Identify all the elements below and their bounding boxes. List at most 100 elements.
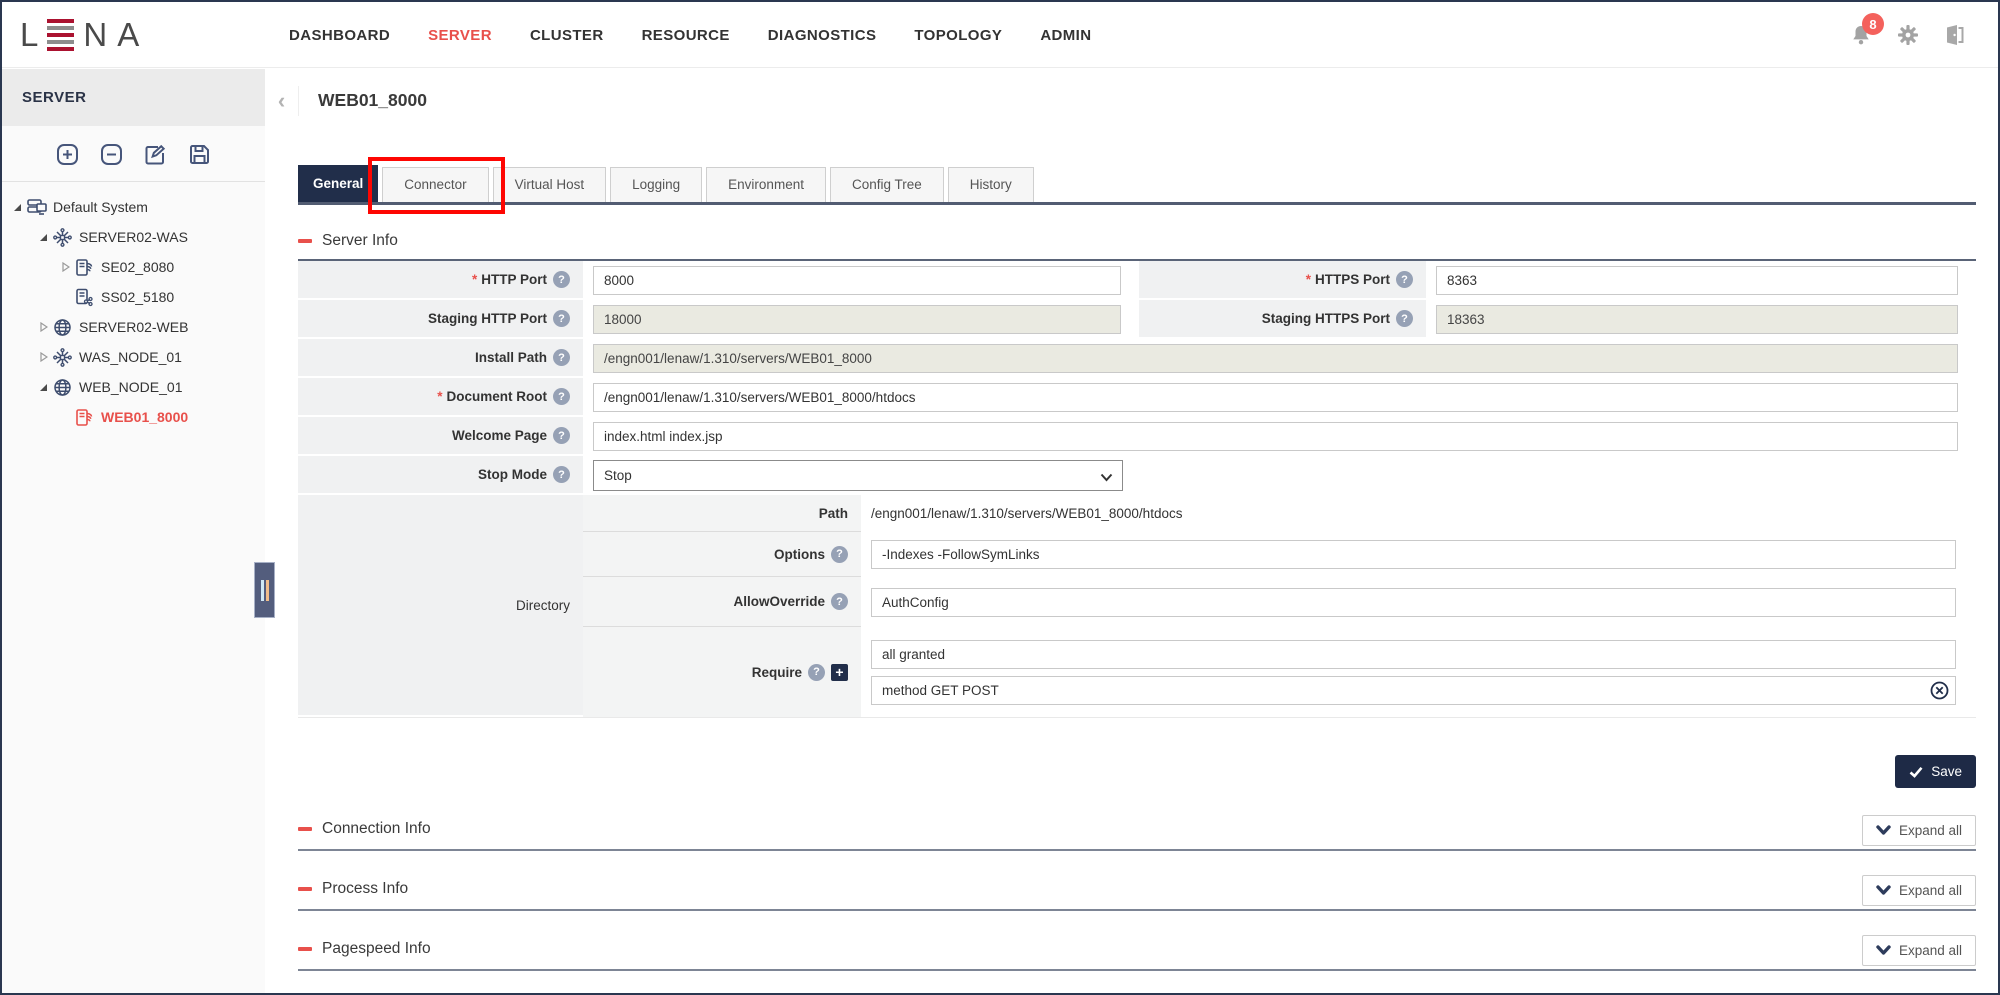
expand-all-connection-button[interactable]: Expand all: [1862, 815, 1976, 846]
label-require: Require ? +: [583, 627, 861, 717]
required-asterisk: *: [1306, 272, 1311, 287]
https-port-input[interactable]: [1436, 266, 1958, 295]
tab-history[interactable]: History: [948, 167, 1034, 202]
save-icon[interactable]: [188, 143, 211, 166]
help-icon[interactable]: ?: [553, 349, 570, 366]
help-icon[interactable]: ?: [831, 593, 848, 610]
collapse-panel-chevron[interactable]: ‹: [265, 86, 299, 116]
directory-block: Directory Path /engn001/lenaw/1.310/serv…: [298, 495, 1976, 717]
help-icon[interactable]: ?: [831, 546, 848, 563]
cluster-icon: [51, 348, 74, 367]
tree-item-server02-was[interactable]: SERVER02-WAS: [2, 222, 265, 252]
tree-item-web01-8000[interactable]: WEB01_8000: [2, 402, 265, 432]
required-asterisk: *: [472, 272, 477, 287]
help-icon[interactable]: ?: [1396, 310, 1413, 327]
label-stop-mode: Stop Mode ?: [298, 456, 583, 495]
section-title: Server Info: [322, 232, 398, 250]
breadcrumb: ‹ WEB01_8000: [265, 69, 1998, 132]
nav-resource[interactable]: RESOURCE: [642, 27, 730, 44]
tree-toolbar: [2, 126, 265, 182]
tree-item-default-system[interactable]: Default System: [2, 192, 265, 222]
expand-all-pagespeed-button[interactable]: Expand all: [1862, 935, 1976, 966]
expander-closed-icon[interactable]: [36, 322, 51, 332]
lena-logo[interactable]: L N A: [20, 15, 141, 55]
section-title: Process Info: [322, 880, 408, 898]
panel-resize-handle[interactable]: [254, 562, 275, 618]
label-welcome-page: Welcome Page ?: [298, 417, 583, 456]
gear-icon[interactable]: [1895, 22, 1921, 48]
tab-logging[interactable]: Logging: [610, 167, 702, 202]
http-port-input[interactable]: [593, 266, 1121, 295]
install-path-input: [593, 344, 1958, 373]
logo-letter-n: N: [83, 16, 109, 54]
options-input[interactable]: [871, 540, 1956, 569]
document-root-input[interactable]: [593, 383, 1958, 412]
tab-general[interactable]: General: [298, 165, 378, 202]
logo-letter-l: L: [20, 16, 40, 54]
tree-item-ss02-5180[interactable]: SS02_5180: [2, 282, 265, 312]
expander-open-icon[interactable]: [36, 384, 51, 391]
nav-dashboard[interactable]: DASHBOARD: [289, 27, 390, 44]
section-dash-icon: [298, 827, 312, 831]
logo-bars-icon: [47, 19, 74, 51]
help-icon[interactable]: ?: [553, 271, 570, 288]
nav-admin[interactable]: ADMIN: [1040, 27, 1091, 44]
logout-door-icon[interactable]: [1942, 22, 1968, 48]
help-icon[interactable]: ?: [1396, 271, 1413, 288]
tree-item-label: SERVER02-WEB: [79, 319, 188, 335]
tree-item-se02-8080[interactable]: SE02_8080: [2, 252, 265, 282]
expander-closed-icon[interactable]: [36, 352, 51, 362]
staging-https-port-input: [1436, 305, 1958, 334]
tab-connector[interactable]: Connector: [382, 167, 488, 202]
remove-icon[interactable]: [100, 143, 123, 166]
nav-cluster[interactable]: CLUSTER: [530, 27, 604, 44]
tree-item-server02-web[interactable]: SERVER02-WEB: [2, 312, 265, 342]
label-install-path: Install Path ?: [298, 339, 583, 378]
system-icon: [25, 198, 48, 216]
help-icon[interactable]: ?: [808, 664, 825, 681]
nav-server[interactable]: SERVER: [428, 27, 492, 44]
sidebar-title: SERVER: [2, 69, 265, 126]
server-icon-selected: [73, 408, 96, 427]
help-icon[interactable]: ?: [553, 466, 570, 483]
nav-diagnostics[interactable]: DIAGNOSTICS: [768, 27, 877, 44]
add-require-button[interactable]: +: [831, 664, 848, 681]
tree-item-label: SERVER02-WAS: [79, 229, 188, 245]
remove-require-icon[interactable]: [1930, 681, 1949, 705]
bell-icon[interactable]: 8: [1848, 22, 1874, 48]
top-bar: L N A DASHBOARD SERVER CLUSTER RESOURCE …: [2, 2, 1998, 68]
require-input-2[interactable]: [871, 676, 1956, 705]
expander-open-icon[interactable]: [36, 234, 51, 241]
help-icon[interactable]: ?: [553, 427, 570, 444]
label-staging-https-port: Staging HTTPS Port ?: [1139, 300, 1426, 339]
expand-all-process-button[interactable]: Expand all: [1862, 875, 1976, 906]
label-http-port: * HTTP Port ?: [298, 261, 583, 300]
expander-closed-icon[interactable]: [58, 262, 73, 272]
tree-item-label: SE02_8080: [101, 259, 174, 275]
add-icon[interactable]: [56, 143, 79, 166]
main-nav: DASHBOARD SERVER CLUSTER RESOURCE DIAGNO…: [289, 2, 1091, 68]
save-button[interactable]: Save: [1895, 755, 1976, 788]
edit-icon[interactable]: [144, 143, 167, 166]
section-server-info: Server Info: [298, 232, 1976, 250]
stop-mode-select[interactable]: Stop: [593, 460, 1123, 491]
help-icon[interactable]: ?: [553, 388, 570, 405]
server-info-form: * HTTP Port ? * HTTPS Port ? Staging HTT…: [298, 259, 1976, 718]
section-connection-info: Connection Info Expand all: [298, 804, 1976, 851]
help-icon[interactable]: ?: [553, 310, 570, 327]
tab-config-tree[interactable]: Config Tree: [830, 167, 944, 202]
tab-virtual-host[interactable]: Virtual Host: [493, 167, 607, 202]
welcome-page-input[interactable]: [593, 422, 1958, 451]
section-pagespeed-info: Pagespeed Info Expand all: [298, 924, 1976, 971]
require-input-1[interactable]: [871, 640, 1956, 669]
tree-item-label: WEB_NODE_01: [79, 379, 182, 395]
expander-open-icon[interactable]: [10, 204, 25, 211]
notification-badge: 8: [1862, 13, 1884, 35]
label-https-port: * HTTPS Port ?: [1139, 261, 1426, 300]
server-tree-panel: SERVER Default System: [2, 69, 265, 993]
tree-item-web-node-01[interactable]: WEB_NODE_01: [2, 372, 265, 402]
tab-environment[interactable]: Environment: [706, 167, 826, 202]
nav-topology[interactable]: TOPOLOGY: [914, 27, 1002, 44]
tree-item-was-node-01[interactable]: WAS_NODE_01: [2, 342, 265, 372]
allowoverride-input[interactable]: [871, 588, 1956, 617]
